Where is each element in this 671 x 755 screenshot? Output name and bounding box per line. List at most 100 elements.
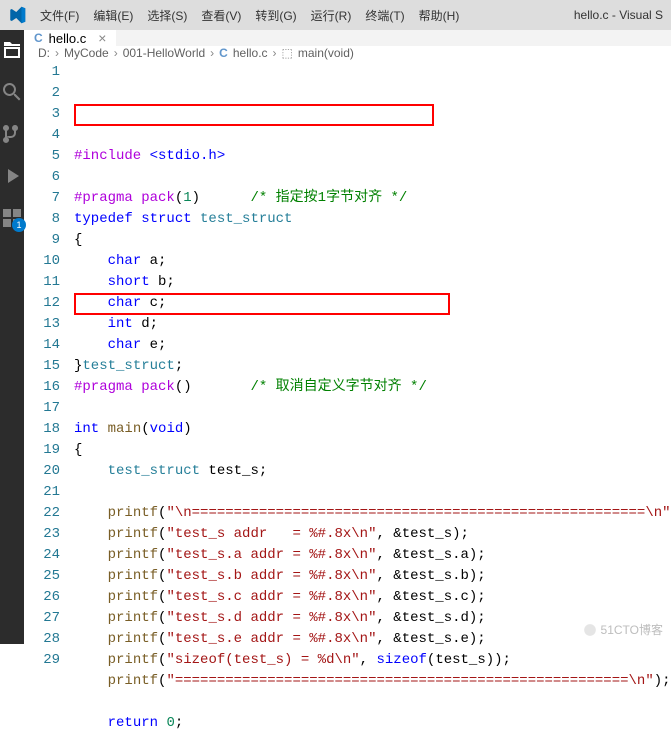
line-number: 11 [24, 272, 60, 293]
titlebar: 文件(F)编辑(E)选择(S)查看(V)转到(G)运行(R)终端(T)帮助(H)… [0, 0, 671, 30]
source-control-icon[interactable] [0, 122, 24, 146]
line-number: 14 [24, 335, 60, 356]
code-line[interactable]: printf("================================… [74, 671, 671, 692]
code-line[interactable]: typedef struct test_struct [74, 209, 671, 230]
breadcrumb-segment[interactable]: MyCode [64, 46, 109, 60]
line-number: 9 [24, 230, 60, 251]
line-number: 3 [24, 104, 60, 125]
code-line[interactable]: return 0; [74, 713, 671, 734]
vscode-icon [8, 6, 26, 24]
line-number: 23 [24, 524, 60, 545]
code-line[interactable]: char c; [74, 293, 671, 314]
code-line[interactable]: int d; [74, 314, 671, 335]
tab-hello-c[interactable]: C hello.c × [24, 30, 117, 46]
code-line[interactable]: #pragma pack() /* 取消自定义字节对齐 */ [74, 377, 671, 398]
line-number: 16 [24, 377, 60, 398]
line-number: 27 [24, 608, 60, 629]
code-line[interactable]: char a; [74, 251, 671, 272]
tab-bar: C hello.c × [24, 30, 671, 46]
menu-item[interactable]: 文件(F) [34, 3, 85, 28]
code-line[interactable] [74, 692, 671, 713]
code-line[interactable]: short b; [74, 272, 671, 293]
code-line[interactable]: { [74, 230, 671, 251]
line-number-gutter: 1234567891011121314151617181920212223242… [24, 60, 74, 755]
chevron-right-icon: › [55, 46, 59, 60]
code-line[interactable]: test_struct test_s; [74, 461, 671, 482]
line-number: 28 [24, 629, 60, 650]
activity-bar: 1 [0, 30, 24, 644]
extensions-icon[interactable]: 1 [0, 206, 24, 230]
line-number: 8 [24, 209, 60, 230]
chevron-right-icon: › [114, 46, 118, 60]
line-number: 29 [24, 650, 60, 671]
line-number: 17 [24, 398, 60, 419]
line-number: 24 [24, 545, 60, 566]
code-line[interactable] [74, 482, 671, 503]
code-line[interactable]: printf("test_s.b addr = %#.8x\n", &test_… [74, 566, 671, 587]
menu-item[interactable]: 运行(R) [305, 3, 358, 28]
breadcrumb-segment[interactable]: hello.c [233, 46, 268, 60]
menu-item[interactable]: 编辑(E) [87, 3, 139, 28]
watermark-icon [583, 623, 597, 637]
c-file-icon: C [34, 31, 43, 45]
tab-label: hello.c [49, 31, 87, 46]
line-number: 19 [24, 440, 60, 461]
menu-item[interactable]: 转到(G) [249, 3, 302, 28]
line-number: 5 [24, 146, 60, 167]
search-icon[interactable] [0, 80, 24, 104]
line-number: 20 [24, 461, 60, 482]
line-number: 7 [24, 188, 60, 209]
code-line[interactable]: #pragma pack(1) /* 指定按1字节对齐 */ [74, 188, 671, 209]
code-editor[interactable]: 1234567891011121314151617181920212223242… [24, 60, 671, 755]
window-title: hello.c - Visual S [574, 8, 663, 22]
code-line[interactable]: { [74, 440, 671, 461]
breadcrumb-segment[interactable]: main(void) [298, 46, 354, 60]
breadcrumb-segment[interactable]: D: [38, 46, 50, 60]
run-debug-icon[interactable] [0, 164, 24, 188]
line-number: 15 [24, 356, 60, 377]
code-content[interactable]: #include <stdio.h> #pragma pack(1) /* 指定按… [74, 60, 671, 755]
chevron-right-icon: › [210, 46, 214, 60]
annotation-box-1 [74, 104, 434, 126]
breadcrumb-segment[interactable]: 001-HelloWorld [123, 46, 205, 60]
menu-item[interactable]: 帮助(H) [413, 3, 466, 28]
code-line[interactable]: printf("test_s.d addr = %#.8x\n", &test_… [74, 608, 671, 629]
watermark: 51CTO博客 [583, 621, 663, 638]
menu-item[interactable]: 选择(S) [141, 3, 193, 28]
breadcrumb[interactable]: D: › MyCode › 001-HelloWorld › C hello.c › ⬚ mai… [24, 46, 671, 60]
chevron-right-icon: › [273, 46, 277, 60]
line-number: 18 [24, 419, 60, 440]
c-file-icon: C [219, 46, 228, 60]
code-line[interactable]: printf("test_s.c addr = %#.8x\n", &test_… [74, 587, 671, 608]
line-number: 4 [24, 125, 60, 146]
code-line[interactable]: printf("test_s.a addr = %#.8x\n", &test_… [74, 545, 671, 566]
explorer-icon[interactable] [0, 38, 24, 62]
code-line[interactable]: printf("test_s.e addr = %#.8x\n", &test_… [74, 629, 671, 650]
line-number: 2 [24, 83, 60, 104]
code-line[interactable]: printf("test_s addr = %#.8x\n", &test_s)… [74, 524, 671, 545]
menu-item[interactable]: 查看(V) [195, 3, 247, 28]
code-line[interactable]: printf("sizeof(test_s) = %d\n", sizeof(t… [74, 650, 671, 671]
line-number: 22 [24, 503, 60, 524]
line-number: 26 [24, 587, 60, 608]
line-number: 10 [24, 251, 60, 272]
code-line[interactable]: printf("\n==============================… [74, 503, 671, 524]
code-line[interactable] [74, 398, 671, 419]
code-line[interactable] [74, 167, 671, 188]
close-icon[interactable]: × [98, 30, 106, 46]
line-number: 12 [24, 293, 60, 314]
line-number: 6 [24, 167, 60, 188]
watermark-text: 51CTO博客 [601, 621, 663, 638]
code-line[interactable]: char e; [74, 335, 671, 356]
code-line[interactable] [74, 734, 671, 755]
symbol-icon: ⬚ [282, 46, 293, 60]
code-line[interactable]: int main(void) [74, 419, 671, 440]
line-number: 13 [24, 314, 60, 335]
editor-area: C hello.c × D:›MyCode›001-HelloWorld›C h… [24, 30, 671, 644]
code-line[interactable]: }test_struct; [74, 356, 671, 377]
menu-item[interactable]: 终端(T) [359, 3, 410, 28]
code-line[interactable]: #include <stdio.h> [74, 146, 671, 167]
menu-bar: 文件(F)编辑(E)选择(S)查看(V)转到(G)运行(R)终端(T)帮助(H) [34, 3, 663, 28]
line-number: 1 [24, 62, 60, 83]
line-number: 25 [24, 566, 60, 587]
